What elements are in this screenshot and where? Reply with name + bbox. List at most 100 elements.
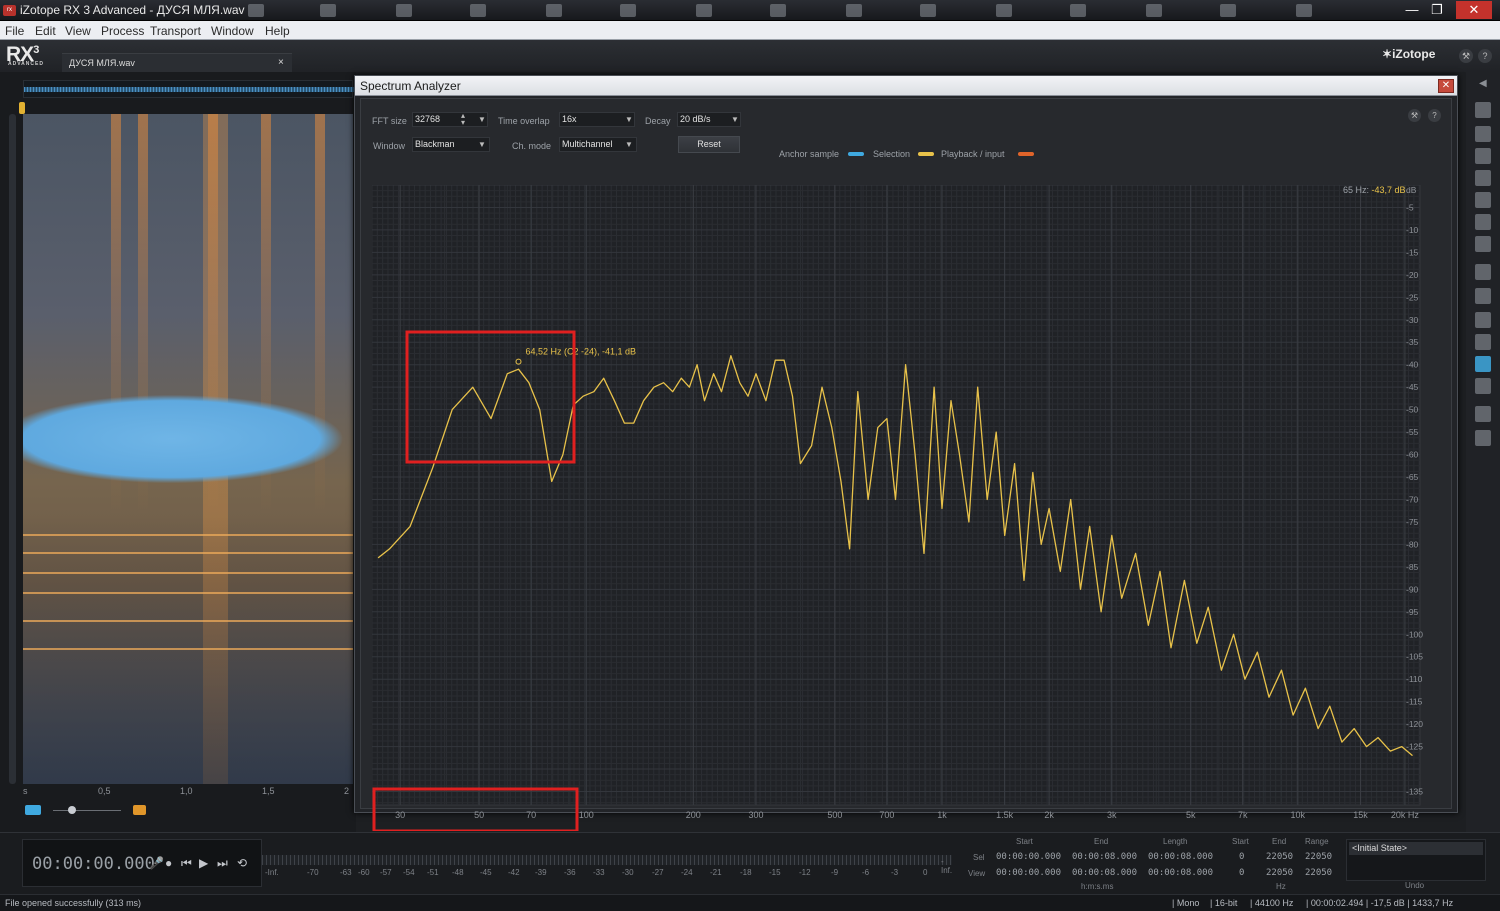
maximize-button[interactable]: ❐	[1426, 1, 1448, 19]
y-tick-label: -90	[1406, 584, 1419, 594]
play-selection-button[interactable]: ⏭	[217, 856, 228, 871]
minimize-button[interactable]: —	[1401, 1, 1423, 19]
x-tick-label: 300	[748, 810, 763, 820]
fft-size-field[interactable]: 32768	[412, 112, 488, 127]
menu-bar: File Edit View Process Transport Window …	[0, 21, 1500, 40]
zoom-slider-handle[interactable]	[68, 806, 76, 814]
plugin-tool-icon[interactable]	[1475, 406, 1491, 422]
headphones-icon[interactable]	[1475, 312, 1491, 328]
view-freq-range-field[interactable]: 22050	[1305, 868, 1332, 878]
harmonic-line	[23, 552, 353, 554]
sel-end-field[interactable]: 00:00:08.000	[1072, 852, 1137, 862]
loop-button[interactable]: ⟲	[237, 856, 247, 870]
spectrum-analyzer-tool-icon[interactable]	[1475, 356, 1491, 372]
chevron-down-icon[interactable]: ▼	[625, 115, 633, 124]
window-titlebar: rx iZotope RX 3 Advanced - ДУСЯ МЛЯ.wav …	[0, 0, 1500, 21]
spectrogram-view-icon[interactable]	[133, 805, 146, 815]
pan-tool-icon[interactable]	[1475, 334, 1491, 350]
view-end-field[interactable]: 00:00:08.000	[1072, 868, 1137, 878]
chevron-down-icon[interactable]: ▼	[625, 140, 633, 149]
taskbar-thumb-icon[interactable]	[620, 4, 636, 17]
meter-peak: -Inf.	[941, 857, 953, 875]
taskbar-thumb-icon[interactable]	[320, 4, 336, 17]
menu-view[interactable]: View	[65, 24, 91, 38]
settings-wrench-icon[interactable]: ⚒	[1459, 49, 1473, 63]
reset-button[interactable]: Reset	[678, 136, 740, 153]
vertical-scrollbar[interactable]	[9, 114, 16, 784]
view-length-field[interactable]: 00:00:08.000	[1148, 868, 1213, 878]
taskbar-thumb-icon[interactable]	[248, 4, 264, 17]
sel-length-field[interactable]: 00:00:08.000	[1148, 852, 1213, 862]
help-icon[interactable]: ?	[1478, 49, 1492, 63]
chevron-down-icon[interactable]: ▼	[478, 140, 486, 149]
skip-back-button[interactable]: ⏮	[181, 856, 192, 871]
record-button[interactable]: ●	[165, 856, 172, 870]
playhead-marker[interactable]	[19, 102, 25, 114]
denoise-tool-icon[interactable]	[1475, 192, 1491, 208]
y-tick-label: -20	[1406, 270, 1419, 280]
freq-header-start: Start	[1232, 837, 1249, 846]
y-tick-label: -40	[1406, 360, 1419, 370]
taskbar-thumb-icon[interactable]	[1220, 4, 1236, 17]
declip-tool-icon[interactable]	[1475, 102, 1491, 118]
meter-tick: -54	[403, 868, 415, 877]
spectrum-analyzer-titlebar[interactable]: Spectrum Analyzer ✕	[355, 76, 1457, 96]
view-freq-end-field[interactable]: 22050	[1266, 868, 1293, 878]
declick-tool-icon[interactable]	[1475, 126, 1491, 142]
chevron-down-icon[interactable]: ▼	[478, 115, 486, 124]
chevron-down-icon[interactable]: ▼	[731, 115, 739, 124]
menu-transport[interactable]: Transport	[150, 24, 201, 38]
zoom-slider-track[interactable]	[53, 810, 121, 811]
dither-tool-icon[interactable]	[1475, 430, 1491, 446]
waveform-overview[interactable]	[23, 80, 354, 98]
record-arm-icon[interactable]: 🎤	[149, 856, 164, 870]
taskbar-thumb-icon[interactable]	[696, 4, 712, 17]
menu-file[interactable]: File	[5, 24, 24, 38]
menu-process[interactable]: Process	[101, 24, 144, 38]
sel-start-field[interactable]: 00:00:00.000	[996, 852, 1061, 862]
sel-freq-end-field[interactable]: 22050	[1266, 852, 1293, 862]
taskbar-thumb-icon[interactable]	[1296, 4, 1312, 17]
undo-history-item[interactable]: <Initial State>	[1349, 842, 1483, 855]
close-icon[interactable]: ✕	[1438, 79, 1454, 93]
spectrogram-view[interactable]	[23, 114, 353, 784]
file-tab[interactable]: ДУСЯ МЛЯ.wav ×	[62, 53, 292, 73]
taskbar-thumb-icon[interactable]	[470, 4, 486, 17]
spectral-repair-tool-icon[interactable]	[1475, 214, 1491, 230]
x-tick-label: 500	[827, 810, 842, 820]
play-button[interactable]: ▶	[199, 856, 208, 870]
collapse-arrow-icon[interactable]: ◀	[1479, 78, 1487, 89]
analyzer-help-icon[interactable]: ?	[1428, 109, 1441, 122]
file-tab-close-icon[interactable]: ×	[278, 57, 284, 68]
remove-hum-tool-icon[interactable]	[1475, 170, 1491, 186]
taskbar-thumb-icon[interactable]	[770, 4, 786, 17]
spectrum-plot[interactable]: 64,52 Hz (C2 -24), -41,1 dB dB -5 -10 -15 -20…	[372, 185, 1436, 831]
taskbar-thumb-icon[interactable]	[1146, 4, 1162, 17]
menu-window[interactable]: Window	[211, 24, 254, 38]
fft-size-stepper-icon[interactable]: ▴ ▾	[461, 112, 465, 127]
eq-tool-icon[interactable]	[1475, 288, 1491, 304]
menu-edit[interactable]: Edit	[35, 24, 56, 38]
analyzer-settings-icon[interactable]: ⚒	[1408, 109, 1421, 122]
close-window-button[interactable]: ✕	[1456, 1, 1492, 19]
taskbar-thumb-icon[interactable]	[396, 4, 412, 17]
decrackle-tool-icon[interactable]	[1475, 148, 1491, 164]
sel-freq-start-field[interactable]: 0	[1239, 852, 1244, 862]
overview-waveform	[24, 87, 354, 92]
gain-tool-icon[interactable]	[1475, 264, 1491, 280]
taskbar-thumb-icon[interactable]	[546, 4, 562, 17]
time-overlap-dropdown[interactable]: 16x	[559, 112, 635, 127]
taskbar-thumb-icon[interactable]	[1070, 4, 1086, 17]
sel-freq-range-field[interactable]: 22050	[1305, 852, 1332, 862]
batch-tool-icon[interactable]	[1475, 378, 1491, 394]
taskbar-thumb-icon[interactable]	[920, 4, 936, 17]
meter-tick: -24	[681, 868, 693, 877]
taskbar-thumb-icon[interactable]	[996, 4, 1012, 17]
deconstruct-tool-icon[interactable]	[1475, 236, 1491, 252]
menu-help[interactable]: Help	[265, 24, 290, 38]
waveform-view-icon[interactable]	[25, 805, 41, 815]
view-start-field[interactable]: 00:00:00.000	[996, 868, 1061, 878]
x-tick-label: 1.5k	[996, 810, 1014, 820]
view-freq-start-field[interactable]: 0	[1239, 868, 1244, 878]
taskbar-thumb-icon[interactable]	[846, 4, 862, 17]
